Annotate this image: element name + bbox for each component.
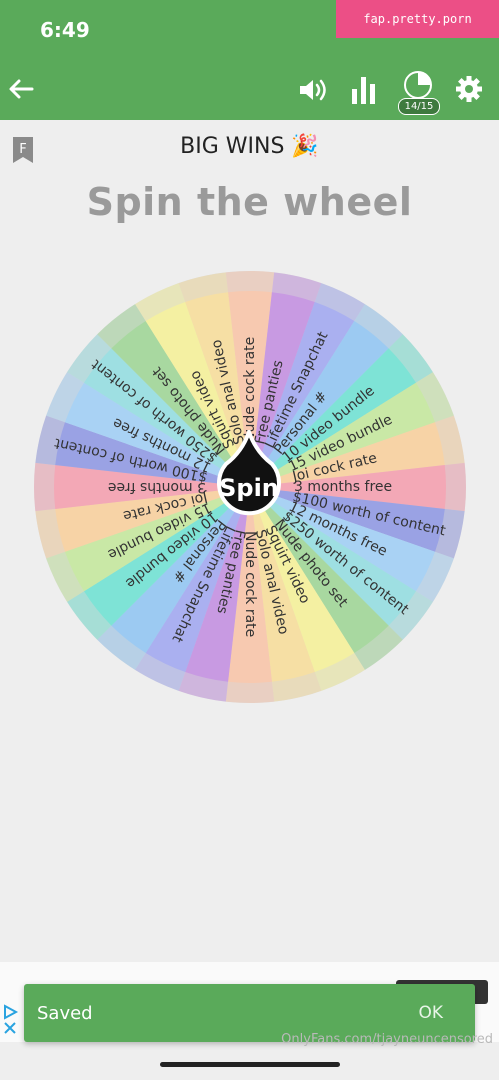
status-bar: 6:49 fap.pretty.porn <box>0 0 499 62</box>
big-wins-heading: BIG WINS 🎉 <box>180 134 319 159</box>
home-indicator[interactable] <box>160 1062 340 1067</box>
ad-choices-icon[interactable] <box>2 1004 20 1036</box>
status-time: 6:49 <box>40 18 90 42</box>
snackbar-ok-button[interactable]: OK <box>418 1003 443 1023</box>
bar-chart-icon[interactable] <box>350 73 378 105</box>
page-title: Spin the wheel <box>86 180 413 224</box>
spin-button[interactable] <box>214 425 284 522</box>
url-badge: fap.pretty.porn <box>336 0 499 38</box>
snackbar-message: Saved <box>37 1002 93 1024</box>
watermark: OnlyFans.com/tjayneuncensored <box>281 1032 493 1047</box>
volume-icon[interactable] <box>298 76 328 104</box>
round-counter: 14/15 <box>398 98 440 115</box>
gear-icon[interactable] <box>454 74 484 104</box>
app-toolbar: 14/15 <box>0 62 499 120</box>
back-arrow-icon[interactable] <box>8 76 34 102</box>
